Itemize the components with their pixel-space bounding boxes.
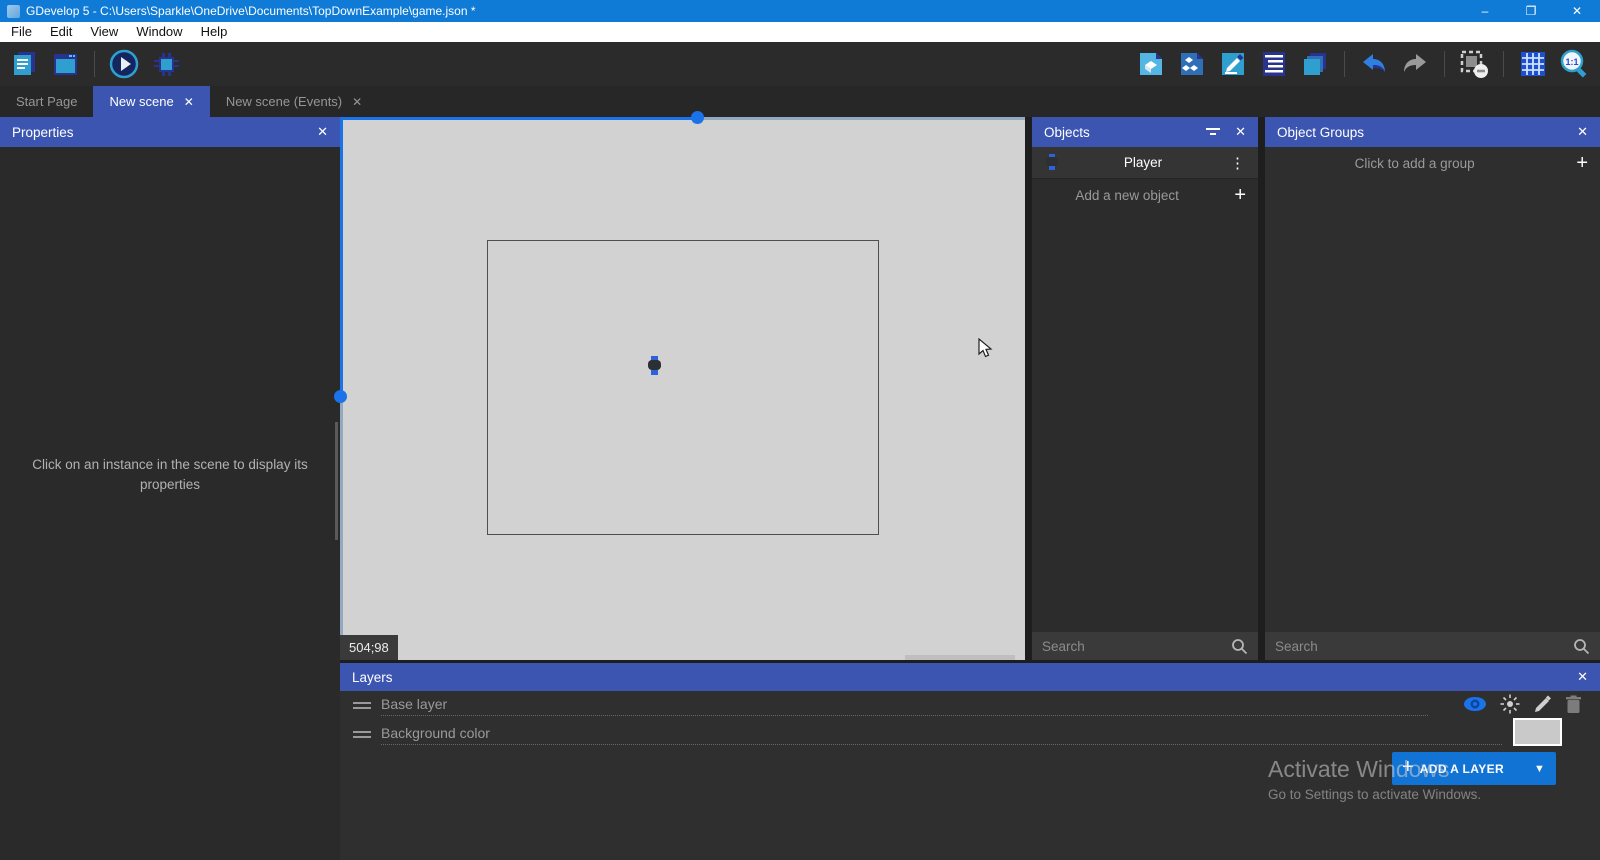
close-icon[interactable]: ✕ xyxy=(1577,124,1588,140)
properties-panel-title: Properties xyxy=(12,125,74,140)
redo-icon[interactable] xyxy=(1399,48,1431,80)
close-icon[interactable]: ✕ xyxy=(317,124,328,140)
object-groups-panel: Object Groups ✕ Click to add a group + xyxy=(1265,117,1600,660)
minimize-button[interactable]: – xyxy=(1462,0,1508,22)
layer-effects-icon[interactable] xyxy=(1500,694,1520,714)
scene-border xyxy=(340,117,697,120)
layer-name[interactable]: Background color xyxy=(381,725,1502,745)
object-row-player[interactable]: Player ⋮ xyxy=(1032,147,1258,179)
layer-row-base[interactable]: Base layer xyxy=(340,691,1600,720)
undo-icon[interactable] xyxy=(1358,48,1390,80)
menu-file[interactable]: File xyxy=(2,22,41,42)
layer-row-background[interactable]: Background color xyxy=(340,720,1600,749)
menu-edit[interactable]: Edit xyxy=(41,22,81,42)
player-sprite-icon xyxy=(1046,154,1058,171)
objects-search-bar xyxy=(1032,632,1258,660)
search-icon xyxy=(1573,638,1590,655)
objects-search-input[interactable] xyxy=(1042,639,1231,654)
toolbar-separator xyxy=(94,51,95,77)
cursor-coordinates: 504;98 xyxy=(340,635,398,660)
scene-border xyxy=(697,117,1025,120)
add-group-row[interactable]: Click to add a group + xyxy=(1265,147,1600,180)
scene-border xyxy=(340,117,343,396)
tab-new-scene[interactable]: New scene ✕ xyxy=(93,86,209,117)
add-object-row[interactable]: Add a new object + xyxy=(1032,179,1258,212)
chevron-down-icon[interactable]: ▼ xyxy=(1522,763,1556,775)
background-color-swatch[interactable] xyxy=(1513,718,1562,746)
zoom-original-icon[interactable]: 1:1 xyxy=(1558,48,1590,80)
object-groups-icon[interactable] xyxy=(1176,48,1208,80)
properties-panel: Properties ✕ Click on an instance in the… xyxy=(0,117,340,860)
scene-canvas[interactable]: 504;98 xyxy=(340,117,1025,660)
layer-visibility-icon[interactable] xyxy=(1463,696,1487,712)
objects-panel-title: Objects xyxy=(1044,125,1090,140)
app-logo-icon xyxy=(7,5,20,18)
game-window-rect xyxy=(487,240,879,535)
layers-panel-title: Layers xyxy=(352,670,393,685)
tab-close-icon[interactable]: ✕ xyxy=(184,95,194,109)
plus-icon: + xyxy=(1402,756,1414,779)
groups-search-input[interactable] xyxy=(1275,639,1573,654)
toolbar-separator xyxy=(1444,51,1445,77)
close-button[interactable]: ✕ xyxy=(1554,0,1600,22)
menu-bar: File Edit View Window Help xyxy=(0,22,1600,42)
editor-tab-bar: Start Page New scene ✕ New scene (Events… xyxy=(0,86,1600,117)
object-name: Player xyxy=(1068,155,1218,170)
play-preview-icon[interactable] xyxy=(108,48,140,80)
player-instance[interactable] xyxy=(648,356,661,375)
tab-new-scene-events[interactable]: New scene (Events) ✕ xyxy=(210,86,378,117)
properties-empty-message: Click on an instance in the scene to dis… xyxy=(25,455,315,496)
title-bar: GDevelop 5 - C:\Users\Sparkle\OneDrive\D… xyxy=(0,0,1600,22)
toolbar-separator xyxy=(1503,51,1504,77)
add-object-icon[interactable] xyxy=(1135,48,1167,80)
layer-edit-icon[interactable] xyxy=(1533,695,1552,714)
objects-panel: Objects ✕ Player ⋮ Add a new o xyxy=(1032,117,1258,660)
zoom-ratio-label: 1:1 xyxy=(1565,57,1578,67)
drag-handle-icon[interactable] xyxy=(353,728,371,741)
plus-icon[interactable]: + xyxy=(1222,184,1258,207)
layer-delete-icon[interactable] xyxy=(1565,695,1582,714)
menu-window[interactable]: Window xyxy=(127,22,191,42)
resize-handle-top[interactable] xyxy=(691,111,704,124)
deselect-instances-icon[interactable] xyxy=(1458,48,1490,80)
window-title: GDevelop 5 - C:\Users\Sparkle\OneDrive\D… xyxy=(26,4,1462,18)
drag-handle-icon[interactable] xyxy=(353,699,371,712)
mouse-cursor-icon xyxy=(978,338,994,360)
grid-icon[interactable] xyxy=(1517,48,1549,80)
gdevelop-window: GDevelop 5 - C:\Users\Sparkle\OneDrive\D… xyxy=(0,0,1600,860)
layers-panel: Layers ✕ Base layer xyxy=(340,663,1600,860)
resize-handle-left[interactable] xyxy=(334,390,347,403)
menu-help[interactable]: Help xyxy=(192,22,237,42)
add-layer-button[interactable]: + ADD A LAYER ▼ xyxy=(1392,752,1556,785)
object-groups-panel-title: Object Groups xyxy=(1277,125,1364,140)
properties-scrollbar[interactable] xyxy=(335,422,338,540)
plus-icon[interactable]: + xyxy=(1564,152,1600,175)
close-icon[interactable]: ✕ xyxy=(1235,124,1246,140)
debug-icon[interactable] xyxy=(149,48,181,80)
edit-scene-icon[interactable] xyxy=(1217,48,1249,80)
canvas-horizontal-scrollbar[interactable] xyxy=(905,655,1015,660)
close-icon[interactable]: ✕ xyxy=(1577,669,1588,685)
groups-search-bar xyxy=(1265,632,1600,660)
preview-window-icon[interactable] xyxy=(49,48,81,80)
toolbar-separator xyxy=(1344,51,1345,77)
toolbar: 1:1 xyxy=(0,42,1600,86)
layers-stack-icon[interactable] xyxy=(1299,48,1331,80)
filter-icon[interactable] xyxy=(1205,125,1221,139)
tab-close-icon[interactable]: ✕ xyxy=(352,95,362,109)
scene-border xyxy=(340,396,343,660)
tab-start-page[interactable]: Start Page xyxy=(0,86,93,117)
menu-view[interactable]: View xyxy=(81,22,127,42)
layer-name[interactable]: Base layer xyxy=(381,696,1428,716)
events-sheet-icon[interactable] xyxy=(1258,48,1290,80)
search-icon xyxy=(1231,638,1248,655)
object-menu-icon[interactable]: ⋮ xyxy=(1218,154,1258,172)
maximize-button[interactable]: ❐ xyxy=(1508,0,1554,22)
project-manager-icon[interactable] xyxy=(8,48,40,80)
